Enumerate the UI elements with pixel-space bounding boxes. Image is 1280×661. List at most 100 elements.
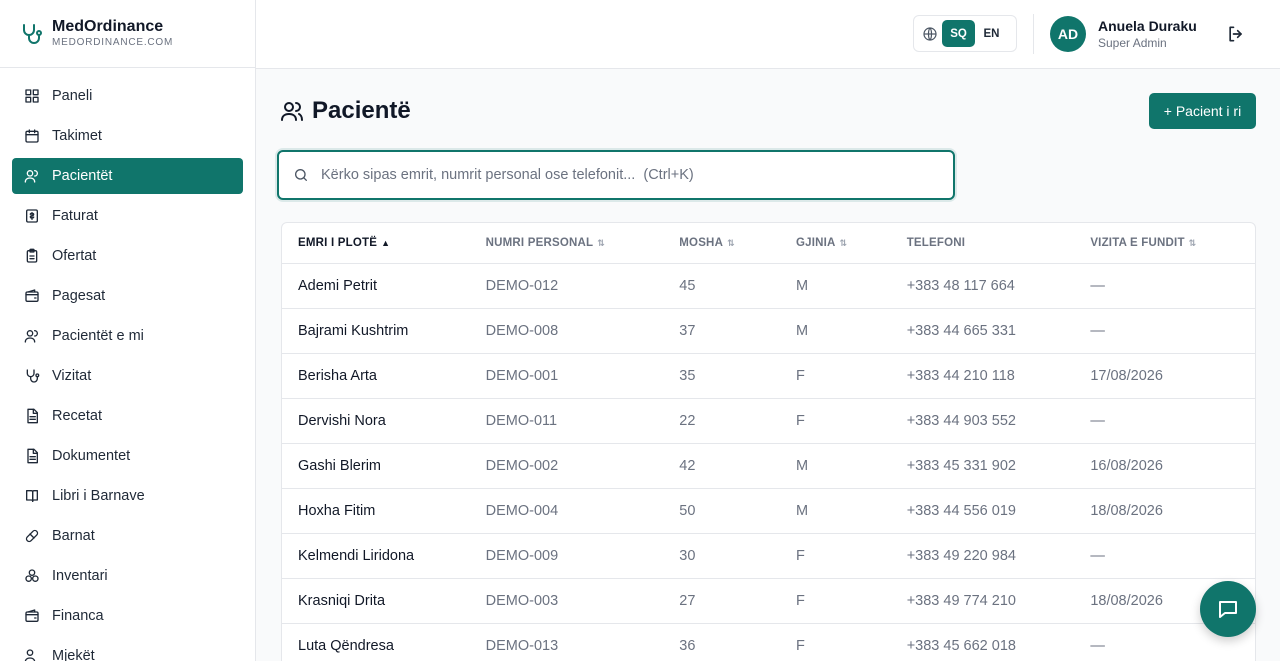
sidebar-item-label: Pagesat [52, 288, 106, 304]
sidebar-item-label: Recetat [52, 408, 102, 424]
document-icon [24, 448, 40, 464]
sidebar-item-label: Barnat [52, 528, 95, 544]
table-header-row: EMRI I PLOTË ▲ NUMRI PERSONAL ⇅ MOSHA ⇅ GJINIA… [282, 223, 1255, 263]
user-role: Super Admin [1098, 36, 1167, 50]
sidebar-item[interactable]: Recetat [12, 398, 243, 434]
sidebar-item[interactable]: Pacientët [12, 158, 243, 194]
sidebar-item[interactable]: Pacientët e mi [12, 318, 243, 354]
wallet-icon [24, 608, 40, 624]
sidebar-item[interactable]: Dokumentet [12, 438, 243, 474]
column-header-label: GJINIA [795, 236, 836, 249]
chat-button[interactable] [1200, 581, 1256, 637]
book-icon [24, 488, 40, 504]
table-row[interactable]: Krasniqi Drita DEMO-003 27 F +383 49 774 210… [282, 577, 1255, 623]
invoice-icon [24, 208, 40, 224]
table-cell: — [1074, 262, 1255, 308]
brand-subtitle: MEDORDINANCE.COM [52, 37, 174, 48]
table-cell: Krasniqi Drita [282, 577, 470, 623]
sidebar-item[interactable]: Vizitat [12, 358, 243, 394]
globe-icon [923, 26, 937, 41]
table-cell: +383 44 903 552 [890, 397, 1075, 443]
table-cell: Dervishi Nora [282, 397, 470, 443]
table-cell: — [1074, 307, 1255, 353]
column-header[interactable]: EMRI I PLOTË ▲ [282, 223, 470, 263]
sidebar-item-label: Dokumentet [52, 448, 131, 464]
table-cell: DEMO-009 [469, 532, 664, 578]
table-cell: 36 [663, 622, 780, 661]
table-cell: +383 49 774 210 [890, 577, 1075, 623]
sidebar-nav: Paneli Takimet Pacientët Faturat Ofertat Page… [0, 68, 255, 661]
logout-icon[interactable] [1226, 24, 1246, 44]
sidebar-item[interactable]: Faturat [12, 198, 243, 234]
table-cell: Gashi Blerim [282, 442, 470, 488]
sidebar-item-label: Takimet [52, 128, 102, 144]
table-cell: M [779, 307, 891, 353]
table-cell: — [1074, 397, 1255, 443]
avatar[interactable]: AD [1050, 16, 1086, 52]
sidebar-item-label: Mjekët [52, 648, 95, 661]
table-cell: +383 45 331 902 [890, 442, 1075, 488]
column-header-label: NUMRI PERSONAL [485, 236, 594, 249]
table-cell: Luta Qëndresa [282, 622, 470, 661]
column-header[interactable]: GJINIA ⇅ [780, 223, 891, 263]
table-cell: 42 [663, 442, 780, 488]
sidebar-item[interactable]: Takimet [12, 118, 243, 154]
table-cell: Ademi Petrit [282, 262, 470, 308]
table-cell: 27 [663, 577, 780, 623]
sidebar-item-label: Faturat [52, 208, 98, 224]
sidebar-item[interactable]: Libri i Barnave [12, 478, 243, 514]
sidebar-item-label: Inventari [52, 568, 108, 584]
language-en-button[interactable]: EN [975, 20, 1008, 47]
table-body: Ademi Petrit DEMO-012 45 M +383 48 117 664— B… [282, 262, 1255, 661]
stethoscope-icon [24, 368, 40, 384]
user-name: Anuela Duraku [1098, 18, 1197, 34]
sidebar: MedOrdinance MEDORDINANCE.COM Paneli Taki… [0, 0, 256, 661]
sidebar-item[interactable]: Pagesat [12, 278, 243, 314]
table-cell: +383 49 220 984 [890, 532, 1075, 578]
document-icon [24, 408, 40, 424]
table-cell: F [779, 352, 891, 398]
brand[interactable]: MedOrdinance MEDORDINANCE.COM [0, 0, 255, 68]
sidebar-item[interactable]: Mjekët [12, 638, 243, 661]
sidebar-item-label: Pacientët [52, 168, 113, 184]
column-header[interactable]: MOSHA ⇅ [663, 223, 780, 263]
stethoscope-logo-icon [18, 21, 44, 47]
table-cell: 37 [663, 307, 780, 353]
search-input[interactable] [321, 163, 941, 187]
sort-ascending-icon: ▲ [381, 237, 391, 248]
patients-table: EMRI I PLOTË ▲ NUMRI PERSONAL ⇅ MOSHA ⇅ GJINIA… [282, 223, 1255, 661]
column-header[interactable]: VIZITA E FUNDIT ⇅ [1074, 223, 1255, 263]
table-row[interactable]: Luta Qëndresa DEMO-013 36 F +383 45 662 018— [282, 622, 1255, 661]
table-row[interactable]: Dervishi Nora DEMO-011 22 F +383 44 903 552— [282, 397, 1255, 443]
table-cell: +383 44 210 118 [890, 352, 1075, 398]
table-row[interactable]: Gashi Blerim DEMO-002 42 M +383 45 331 902 16… [282, 442, 1255, 488]
table-row[interactable]: Hoxha Fitim DEMO-004 50 M +383 44 556 019 18/… [282, 487, 1255, 533]
table-cell: M [779, 262, 891, 308]
sidebar-item[interactable]: Financa [12, 598, 243, 634]
sidebar-item[interactable]: Barnat [12, 518, 243, 554]
column-header: TELEFONI [891, 223, 1075, 263]
table-cell: DEMO-013 [469, 622, 664, 661]
column-header[interactable]: NUMRI PERSONAL ⇅ [470, 223, 664, 263]
brand-name: MedOrdinance [52, 18, 164, 35]
table-cell: 35 [663, 352, 780, 398]
table-cell: 17/08/2026 [1074, 352, 1255, 398]
language-switcher: SQ EN [913, 15, 1017, 52]
calendar-icon [24, 128, 40, 144]
table-cell: +383 48 117 664 [890, 262, 1075, 308]
table-row[interactable]: Berisha Arta DEMO-001 35 F +383 44 210 118 17… [282, 352, 1255, 398]
table-cell: Bajrami Kushtrim [282, 307, 470, 353]
table-cell: F [779, 532, 891, 578]
new-patient-button[interactable]: + Pacient i ri [1149, 93, 1256, 129]
table-row[interactable]: Kelmendi Liridona DEMO-009 30 F +383 49 220 … [282, 532, 1255, 578]
sort-icon: ⇅ [727, 237, 735, 248]
users-icon [24, 168, 40, 184]
table-row[interactable]: Bajrami Kushtrim DEMO-008 37 M +383 44 665 3… [282, 307, 1255, 353]
top-bar: SQ EN AD Anuela Duraku Super Admin [256, 0, 1280, 69]
table-cell: F [779, 577, 891, 623]
table-row[interactable]: Ademi Petrit DEMO-012 45 M +383 48 117 664— [282, 262, 1255, 308]
sidebar-item[interactable]: Ofertat [12, 238, 243, 274]
language-sq-button[interactable]: SQ [942, 20, 975, 47]
sidebar-item[interactable]: Paneli [12, 78, 243, 114]
sidebar-item[interactable]: Inventari [12, 558, 243, 594]
